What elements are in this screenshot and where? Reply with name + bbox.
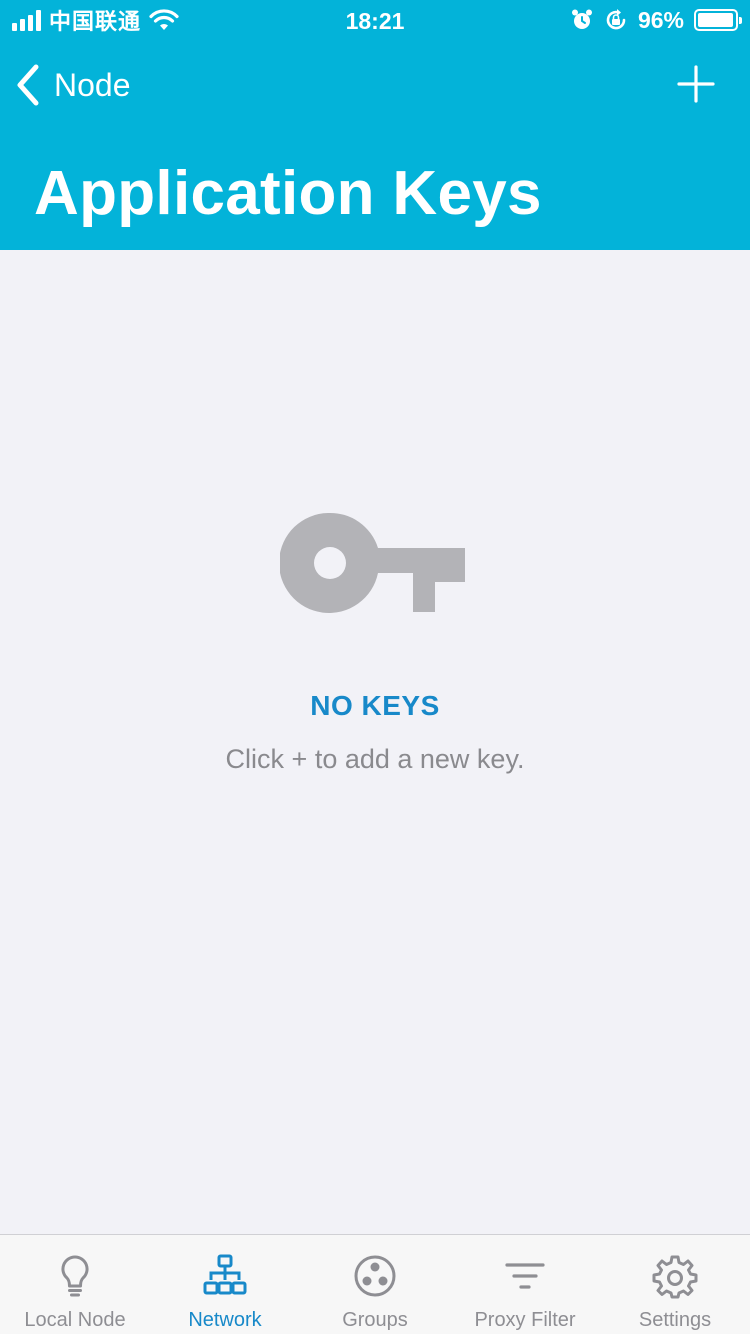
page-title: Application Keys: [34, 159, 542, 228]
empty-state-title: NO KEYS: [310, 690, 440, 721]
network-icon: [203, 1254, 247, 1295]
battery-percent: 96%: [637, 6, 684, 33]
tab-label: Proxy Filter: [474, 1309, 576, 1331]
filter-icon: [505, 1263, 545, 1289]
chevron-left-icon: [17, 64, 39, 106]
empty-state: NO KEYS Click + to add a new key.: [0, 510, 750, 775]
tab-label: Groups: [342, 1309, 408, 1331]
tab-label: Settings: [638, 1309, 712, 1331]
tab-label: Local Node: [24, 1309, 126, 1331]
tab-local-node[interactable]: Local Node: [0, 1235, 150, 1334]
groups-icon: [354, 1255, 396, 1297]
back-button[interactable]: Node: [14, 60, 131, 110]
tab-settings[interactable]: Settings: [600, 1235, 750, 1334]
navigation-bar: Node: [0, 50, 750, 120]
alarm-icon: [571, 9, 592, 29]
status-bar: 中国联通 18:21 96%: [0, 0, 750, 40]
tab-groups[interactable]: Groups: [300, 1235, 450, 1334]
tab-network[interactable]: Network: [150, 1235, 300, 1334]
tab-proxy-filter[interactable]: Proxy Filter: [450, 1235, 600, 1334]
empty-state-subtitle: Click + to add a new key.: [225, 744, 525, 774]
tab-label: Network: [188, 1309, 262, 1331]
status-right: 96%: [570, 6, 742, 34]
tab-bar: Local Node Network Groups Proxy Filter S…: [0, 1234, 750, 1334]
back-button-label: Node: [54, 66, 131, 103]
add-key-button[interactable]: [676, 64, 716, 104]
lightbulb-icon: [61, 1255, 89, 1297]
key-icon: [280, 512, 465, 613]
battery-icon: [694, 9, 742, 31]
gear-icon: [652, 1255, 698, 1299]
header: 中国联通 18:21 96% Node Application Keys: [0, 0, 750, 250]
rotation-lock-icon: [606, 9, 626, 30]
